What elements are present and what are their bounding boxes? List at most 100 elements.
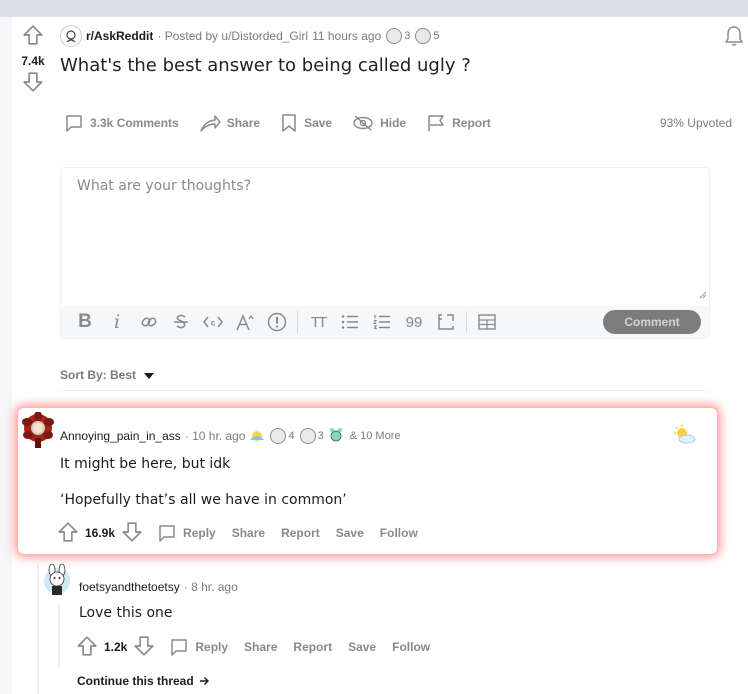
comment-author[interactable]: foetsyandthetoetsy bbox=[79, 580, 180, 594]
share-button[interactable]: Share bbox=[199, 113, 260, 133]
upvote-ratio: 93% Upvoted bbox=[659, 116, 732, 130]
commenter-avatar[interactable] bbox=[43, 564, 71, 596]
numbered-list-icon[interactable] bbox=[366, 306, 398, 338]
sort-label: Sort By: Best bbox=[60, 368, 137, 382]
toolbar-divider bbox=[297, 311, 298, 333]
more-awards-link[interactable]: & 10 More bbox=[350, 430, 401, 442]
comment-award-2-count: 3 bbox=[317, 430, 324, 442]
toolbar-divider bbox=[466, 311, 467, 333]
table-icon[interactable] bbox=[471, 306, 503, 338]
share-link[interactable]: Share bbox=[232, 526, 265, 540]
comment-author[interactable]: Annoying_pain_in_ass bbox=[60, 429, 181, 443]
save-link[interactable]: Save bbox=[336, 526, 364, 540]
code-block-icon[interactable] bbox=[430, 306, 462, 338]
comment-action-bar: 1.2k Reply Share Report Save Follow bbox=[76, 635, 430, 659]
left-gutter bbox=[0, 17, 12, 694]
post-action-bar: 3.3k Comments Share Save Hide Report bbox=[64, 110, 511, 136]
post-award-1[interactable]: 3 bbox=[386, 28, 410, 44]
sort-divider bbox=[60, 390, 708, 391]
quote-button[interactable]: 99 bbox=[398, 306, 430, 338]
downvote-arrow-icon[interactable] bbox=[121, 521, 143, 546]
upvote-arrow-icon[interactable] bbox=[22, 24, 44, 46]
report-link[interactable]: Report bbox=[281, 526, 320, 540]
continue-thread-link[interactable]: Continue this thread bbox=[77, 674, 210, 689]
helpful-award-icon bbox=[415, 28, 432, 44]
downvote-arrow-icon[interactable] bbox=[133, 635, 155, 660]
report-link[interactable]: Report bbox=[293, 640, 332, 654]
continue-thread-label: Continue this thread bbox=[77, 674, 194, 688]
comment-meta-line: foetsyandthetoetsy · 8 hr. ago bbox=[79, 579, 238, 595]
sun-award-icon[interactable] bbox=[672, 424, 696, 449]
reply-label: Reply bbox=[195, 640, 229, 654]
comments-label: 3.3k Comments bbox=[90, 116, 179, 130]
spoiler-icon[interactable] bbox=[261, 306, 293, 338]
comment-time: · 8 hr. ago bbox=[183, 580, 238, 594]
post-time: 11 hours ago bbox=[312, 29, 382, 43]
follow-link[interactable]: Follow bbox=[392, 640, 430, 654]
post-meta-line: r/AskReddit · Posted by u/Distorded_Girl… bbox=[60, 25, 440, 47]
comment-submit-button[interactable]: Comment bbox=[603, 310, 701, 334]
comment-meta-line: Annoying_pain_in_ass · 10 hr. ago 4 3 & … bbox=[60, 427, 401, 446]
hide-label: Hide bbox=[380, 116, 407, 130]
comment-award-2[interactable]: 3 bbox=[299, 428, 324, 444]
subreddit-icon[interactable] bbox=[60, 25, 82, 47]
italic-button[interactable]: i bbox=[101, 306, 133, 338]
comments-button[interactable]: 3.3k Comments bbox=[64, 113, 179, 133]
link-icon[interactable] bbox=[133, 306, 165, 338]
comment-award-1[interactable]: 4 bbox=[270, 428, 295, 444]
subreddit-link[interactable]: r/AskReddit bbox=[86, 29, 153, 43]
reply-label: Reply bbox=[183, 526, 216, 540]
thread-line[interactable] bbox=[58, 604, 60, 668]
silver-award-icon bbox=[386, 28, 403, 44]
post-award-2[interactable]: 5 bbox=[415, 28, 440, 44]
inline-code-icon[interactable]: c bbox=[197, 306, 229, 338]
comment-action-bar: 16.9k Reply Share Report Save Follow bbox=[57, 521, 418, 545]
posted-by-text: · Posted by u/Distorded_Girl bbox=[157, 29, 309, 43]
upvote-arrow-icon[interactable] bbox=[57, 521, 79, 546]
downvote-arrow-icon[interactable] bbox=[22, 71, 44, 93]
heading-button[interactable]: TT bbox=[302, 306, 334, 338]
editor-toolbar: B i c TT 99 Comment bbox=[61, 306, 709, 338]
comment-award-1-count: 4 bbox=[288, 430, 295, 442]
comment-score: 1.2k bbox=[104, 640, 128, 654]
comment-input[interactable] bbox=[61, 168, 709, 305]
strikethrough-icon[interactable] bbox=[165, 306, 197, 338]
upvote-arrow-icon[interactable] bbox=[76, 635, 98, 660]
hide-button[interactable]: Hide bbox=[352, 113, 406, 133]
hugz-award-icon[interactable] bbox=[328, 427, 344, 446]
post-award-2-count: 5 bbox=[433, 30, 440, 42]
share-label: Share bbox=[226, 116, 261, 130]
comment-time: · 10 hr. ago bbox=[184, 429, 246, 443]
sort-dropdown[interactable]: Sort By: Best bbox=[60, 368, 155, 382]
resize-grip-icon[interactable] bbox=[699, 286, 707, 304]
bulleted-list-icon[interactable] bbox=[334, 306, 366, 338]
commenter-avatar[interactable] bbox=[22, 412, 54, 448]
reddit-post-page: 7.4k r/AskReddit · Posted by u/Distorded… bbox=[0, 0, 748, 694]
bell-icon[interactable] bbox=[724, 25, 744, 47]
comment-score: 16.9k bbox=[85, 526, 116, 540]
save-link[interactable]: Save bbox=[348, 640, 376, 654]
arrow-right-icon bbox=[199, 675, 210, 689]
follow-link[interactable]: Follow bbox=[380, 526, 418, 540]
svg-text:c: c bbox=[211, 319, 216, 328]
thread-line[interactable] bbox=[37, 560, 39, 694]
post-vote-count: 7.4k bbox=[21, 54, 45, 68]
comment-text-line-1: It might be here, but idk bbox=[60, 456, 231, 472]
report-button[interactable]: Report bbox=[426, 113, 491, 133]
wholesome-award-icon[interactable] bbox=[249, 428, 265, 445]
save-label: Save bbox=[304, 116, 333, 130]
reply-button[interactable]: Reply bbox=[169, 637, 228, 657]
comment-text: Love this one bbox=[79, 605, 173, 621]
superscript-icon[interactable] bbox=[229, 306, 261, 338]
save-button[interactable]: Save bbox=[280, 113, 332, 133]
reply-button[interactable]: Reply bbox=[157, 523, 216, 543]
post-vote-column: 7.4k bbox=[14, 24, 52, 98]
share-link[interactable]: Share bbox=[244, 640, 277, 654]
caret-down-icon bbox=[136, 368, 155, 382]
post-award-1-count: 3 bbox=[404, 30, 411, 42]
bold-button[interactable]: B bbox=[69, 306, 101, 338]
silver-award-icon bbox=[270, 428, 287, 444]
helpful-award-icon bbox=[299, 428, 316, 444]
post-title[interactable]: What's the best answer to being called u… bbox=[60, 55, 471, 76]
comment-editor: B i c TT 99 bbox=[60, 167, 710, 339]
